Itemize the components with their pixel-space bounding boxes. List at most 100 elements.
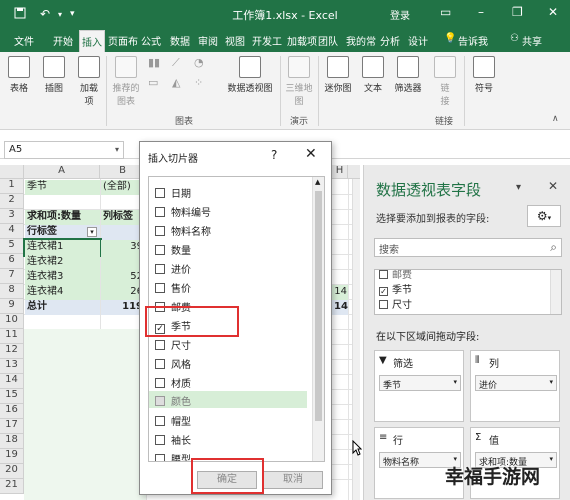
tab-review[interactable]: 审阅 [198,33,218,48]
pane-close-button[interactable]: ✕ [548,179,558,193]
help-button[interactable]: ? [271,148,277,162]
symbols-button[interactable]: 符号 [468,56,500,94]
field-item[interactable]: ✓ 季节 [379,281,412,296]
row-header[interactable]: 20 [0,464,24,479]
row-header[interactable]: 13 [0,359,24,374]
tab-file[interactable]: 文件 [14,33,34,48]
sparklines-button[interactable]: 迷你图 [320,56,356,94]
close-button[interactable]: ✕ [548,5,558,19]
addins-button[interactable]: 加载 项 [74,56,104,107]
field-item[interactable]: 尺寸 [379,296,412,311]
pivot-value[interactable]: 14 [332,285,348,300]
tab-developer[interactable]: 开发工 [252,33,282,48]
tab-analyze[interactable]: 分析 [380,33,400,48]
pivot-row-item[interactable]: 连衣裙4 [25,285,100,300]
share-icon[interactable]: ⚇ [510,33,519,44]
row-header[interactable]: 5 [0,239,24,254]
slicer-field-item[interactable]: 物料名称 [155,223,211,238]
pivot-grand-total[interactable]: 14 [332,300,348,315]
filters-area[interactable]: ▼ 筛选 季节 ▾ [374,350,464,422]
filter-button[interactable]: 筛选器 [390,56,426,94]
slicer-field-item[interactable]: 尺寸 [155,337,191,352]
share-button[interactable]: 共享 [522,33,542,48]
row-header[interactable]: 17 [0,419,24,434]
tell-me-box[interactable]: 告诉我 [458,33,488,48]
filter-dropdown-icon[interactable]: ▾ [87,227,97,237]
text-button[interactable]: 文本 [358,56,388,94]
pane-options-icon[interactable]: ▾ [516,182,521,193]
minimize-button[interactable]: – [478,5,484,19]
column-field-chip[interactable]: 进价 ▾ [475,375,557,391]
slicer-list-scrollbar[interactable]: ▲ [312,177,324,461]
row-header[interactable]: 4 [0,224,24,239]
slicer-field-item[interactable]: 帽型 [155,413,191,428]
slicer-field-item[interactable]: 腰型 [155,451,191,461]
pivot-row-item[interactable]: 连衣裙1 [23,238,102,257]
field-item[interactable]: 邮费 [379,270,412,281]
row-header[interactable]: 18 [0,434,24,449]
slicer-field-item[interactable]: 进价 [155,261,191,276]
row-header[interactable]: 12 [0,344,24,359]
pivot-filter-label[interactable]: 季节 [25,180,100,195]
row-header[interactable]: 7 [0,269,24,284]
login-link[interactable]: 登录 [390,7,410,22]
tab-insert[interactable]: 插入 [79,30,105,52]
column-header-a[interactable]: A [24,165,100,179]
tab-formulas[interactable]: 公式 [141,33,161,48]
scrollbar-thumb[interactable] [315,191,322,421]
pivot-row-item[interactable]: 连衣裙2 [25,255,100,270]
slicer-field-item[interactable]: 数量 [155,242,191,257]
pivot-chart-button[interactable]: 数据透视图 [222,56,278,94]
tab-data[interactable]: 数据 [170,33,190,48]
chart-types-group[interactable]: ▮▮ ⟋ ◔ ▭ ◭ ⁘ [146,56,216,106]
recommended-charts-button[interactable]: 推荐的 图表 [108,56,144,107]
tab-page-layout[interactable]: 页面布 [108,33,138,48]
slicer-field-item[interactable]: 风格 [155,356,191,371]
ribbon-options-icon[interactable]: ▭ [440,5,451,19]
tab-design[interactable]: 设计 [408,33,428,48]
slicer-field-item-disabled[interactable]: 颜色 [149,391,307,408]
field-list[interactable]: 邮费 ✓ 季节 尺寸 [374,269,562,315]
row-header[interactable]: 3 [0,209,24,224]
row-header[interactable]: 1 [0,179,24,194]
3d-map-button[interactable]: 三维地 图 [282,56,316,107]
table-button[interactable]: 表格 [4,56,34,94]
row-header[interactable]: 2 [0,194,24,209]
scroll-up-icon[interactable]: ▲ [315,178,320,186]
row-header[interactable]: 19 [0,449,24,464]
row-header[interactable]: 6 [0,254,24,269]
row-header[interactable]: 8 [0,284,24,299]
columns-area[interactable]: ⦀ 列 进价 ▾ [470,350,560,422]
name-box[interactable]: A5 ▾ [4,141,124,159]
row-header[interactable]: 16 [0,404,24,419]
dialog-close-button[interactable]: ✕ [305,146,317,162]
row-header[interactable]: 10 [0,314,24,329]
column-header-h[interactable]: H [332,165,348,179]
cancel-button[interactable]: 取消 [263,471,323,489]
row-header[interactable]: 11 [0,329,24,344]
tools-button[interactable]: ⚙▾ [527,205,561,227]
tab-addins[interactable]: 加载项 [287,33,317,48]
row-header[interactable]: 9 [0,299,24,314]
illustrations-button[interactable]: 插图 [38,56,70,94]
row-header[interactable]: 21 [0,479,24,494]
tell-me-icon[interactable]: 💡 [444,33,456,44]
pivot-value-header[interactable]: 求和项:数量 [25,210,100,225]
pivot-row-item[interactable]: 连衣裙3 [25,270,100,285]
field-search-input[interactable]: 搜索 ⌕ [374,238,562,257]
link-button[interactable]: 链 接 [430,56,460,107]
tab-view[interactable]: 视图 [225,33,245,48]
field-list-scrollbar[interactable] [550,270,561,314]
row-header[interactable]: 15 [0,389,24,404]
tab-team[interactable]: 团队 [318,33,338,48]
tab-home[interactable]: 开始 [53,33,73,48]
pivot-grand-total-label[interactable]: 总计 [25,300,100,315]
slicer-field-item[interactable]: 物料编号 [155,204,211,219]
filter-field-chip[interactable]: 季节 ▾ [379,375,461,391]
tab-my-common[interactable]: 我的常 [346,33,376,48]
slicer-field-item[interactable]: 日期 [155,185,191,200]
restore-button[interactable]: ❐ [512,5,523,19]
row-header[interactable]: 14 [0,374,24,389]
slicer-field-item[interactable]: 材质 [155,375,191,390]
slicer-field-item[interactable]: 袖长 [155,432,191,447]
